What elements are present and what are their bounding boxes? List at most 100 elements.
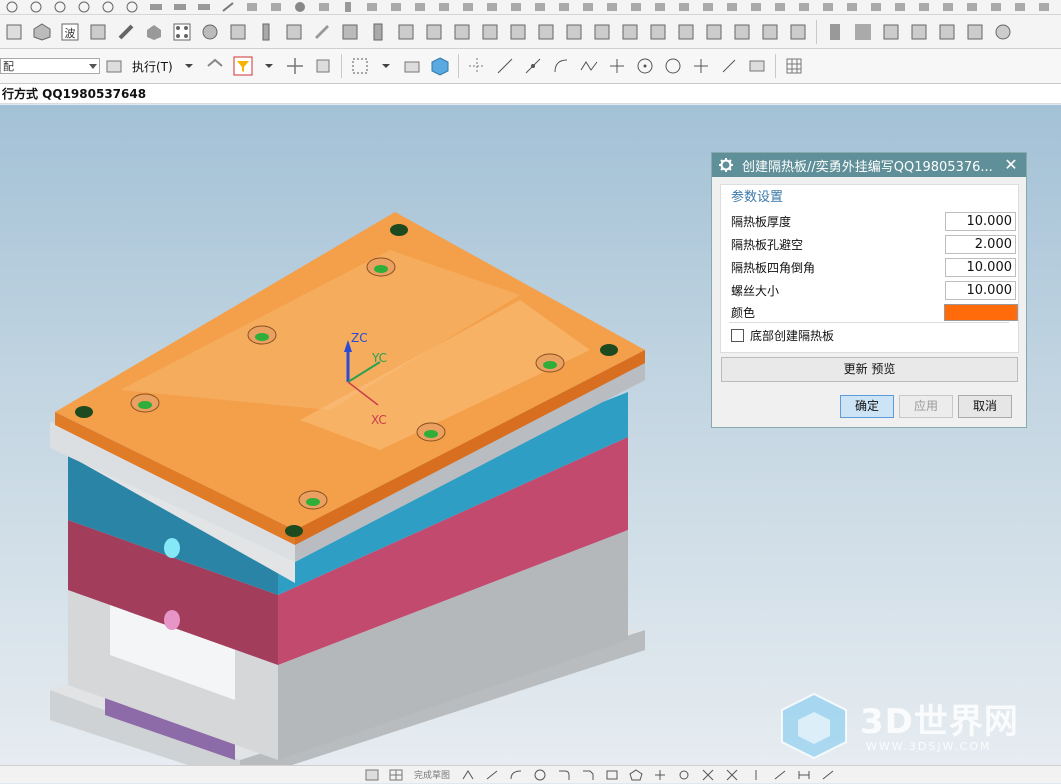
surface-icon[interactable] xyxy=(747,56,767,76)
tolerance-icon[interactable] xyxy=(173,1,187,13)
mold-tool-icon[interactable] xyxy=(452,22,472,42)
apply-button[interactable]: 应用 xyxy=(899,395,953,418)
corner-chamfer-input[interactable]: 10.000 xyxy=(945,257,1016,277)
chevron-down-icon[interactable] xyxy=(182,60,196,72)
trim-icon[interactable] xyxy=(701,769,715,781)
mold-tool-icon[interactable] xyxy=(32,22,52,42)
line-icon[interactable] xyxy=(821,769,835,781)
mold-tool-icon[interactable] xyxy=(564,22,584,42)
mold-tool-icon[interactable] xyxy=(172,22,192,42)
tool-icon[interactable] xyxy=(653,1,667,13)
transform-icon[interactable] xyxy=(313,56,333,76)
mold-tool-icon[interactable] xyxy=(200,22,220,42)
assembly-icon[interactable] xyxy=(104,56,124,76)
tool-icon[interactable] xyxy=(629,1,643,13)
ok-button[interactable]: 确定 xyxy=(840,395,894,418)
tool-icon[interactable] xyxy=(917,1,931,13)
perpendicular-icon[interactable] xyxy=(607,56,627,76)
tool-icon[interactable] xyxy=(965,1,979,13)
grid-icon[interactable] xyxy=(784,56,804,76)
mold-tool-icon[interactable] xyxy=(825,22,845,42)
tool-icon[interactable] xyxy=(845,1,859,13)
tool-icon[interactable] xyxy=(749,1,763,13)
mold-tool-icon[interactable] xyxy=(88,22,108,42)
mold-tool-icon[interactable] xyxy=(909,22,929,42)
r-circle-icon[interactable] xyxy=(53,1,67,13)
arc-icon[interactable] xyxy=(509,769,523,781)
tool-icon[interactable] xyxy=(869,1,883,13)
mold-tool-icon[interactable] xyxy=(592,22,612,42)
tolerance-icon[interactable] xyxy=(149,1,163,13)
filter-combo[interactable]: 配 xyxy=(0,58,100,74)
bottom-plate-checkbox-row[interactable]: 底部创建隔热板 xyxy=(731,327,834,344)
tolerance-icon[interactable] xyxy=(197,1,211,13)
tool-icon[interactable] xyxy=(365,1,379,13)
tool-icon[interactable] xyxy=(989,1,1003,13)
sketch-icon[interactable] xyxy=(365,769,379,781)
profile-icon[interactable] xyxy=(461,769,475,781)
tool-icon[interactable] xyxy=(245,1,259,13)
line-icon[interactable] xyxy=(719,56,739,76)
mold-tool-icon[interactable] xyxy=(704,22,724,42)
tool-icon[interactable] xyxy=(893,1,907,13)
line-icon[interactable] xyxy=(495,56,515,76)
grid-icon[interactable] xyxy=(389,769,403,781)
mold-tool-icon[interactable] xyxy=(965,22,985,42)
close-icon[interactable]: ✕ xyxy=(1002,156,1020,174)
mold-tool-icon[interactable] xyxy=(676,22,696,42)
fillet-icon[interactable] xyxy=(557,769,571,781)
tool-icon[interactable] xyxy=(485,1,499,13)
mold-tool-icon[interactable] xyxy=(368,22,388,42)
mold-tool-icon[interactable] xyxy=(993,22,1013,42)
tool-icon[interactable] xyxy=(1037,1,1051,13)
dialog-titlebar[interactable]: 创建隔热板//奕勇外挂编写QQ19805376... ✕ xyxy=(712,153,1026,177)
trim-icon[interactable] xyxy=(725,769,739,781)
mold-tool-icon[interactable]: 波 xyxy=(60,22,80,42)
mold-tool-icon[interactable] xyxy=(256,22,276,42)
tool-icon[interactable] xyxy=(941,1,955,13)
mold-tool-icon[interactable] xyxy=(536,22,556,42)
dimension-icon[interactable] xyxy=(797,769,811,781)
mold-tool-icon[interactable] xyxy=(480,22,500,42)
mirror-icon[interactable] xyxy=(749,769,763,781)
snap-icon[interactable] xyxy=(205,56,225,76)
tool-icon[interactable] xyxy=(725,1,739,13)
cube-icon[interactable] xyxy=(430,56,450,76)
mold-tool-icon[interactable] xyxy=(144,22,164,42)
bottom-plate-checkbox-label[interactable]: 底部创建隔热板 xyxy=(750,327,834,344)
hole-clearance-input[interactable]: 2.000 xyxy=(945,234,1016,254)
tool-icon[interactable] xyxy=(581,1,595,13)
snap-point-icon[interactable] xyxy=(467,56,487,76)
mold-tool-icon[interactable] xyxy=(853,22,873,42)
mold-tool-icon[interactable] xyxy=(937,22,957,42)
line-icon[interactable] xyxy=(523,56,543,76)
mold-tool-icon[interactable] xyxy=(284,22,304,42)
tool-icon[interactable] xyxy=(389,1,403,13)
mold-tool-icon[interactable] xyxy=(340,22,360,42)
plus-icon[interactable] xyxy=(653,769,667,781)
polygon-icon[interactable] xyxy=(629,768,643,781)
tool-icon[interactable] xyxy=(533,1,547,13)
group-title[interactable]: 参数设置 xyxy=(731,186,783,205)
execute-menu[interactable]: 执行(T) xyxy=(132,58,173,75)
mold-tool-icon[interactable] xyxy=(760,22,780,42)
finish-sketch-label[interactable]: 完成草图 xyxy=(414,768,450,781)
view-icon[interactable] xyxy=(402,56,422,76)
select-box-icon[interactable] xyxy=(350,56,370,76)
mold-tool-icon[interactable] xyxy=(788,22,808,42)
plus-icon[interactable] xyxy=(691,56,711,76)
circle-icon[interactable] xyxy=(533,769,547,781)
mold-tool-icon[interactable] xyxy=(732,22,752,42)
circle-center-icon[interactable] xyxy=(635,56,655,76)
tool-icon[interactable] xyxy=(317,1,331,13)
mold-tool-icon[interactable] xyxy=(116,22,136,42)
tool-icon[interactable] xyxy=(605,1,619,13)
tool-icon[interactable] xyxy=(293,1,307,13)
tool-icon[interactable] xyxy=(509,1,523,13)
filter-icon[interactable] xyxy=(233,56,253,76)
cancel-button[interactable]: 取消 xyxy=(958,395,1012,418)
chevron-down-icon[interactable] xyxy=(379,60,393,72)
move-icon[interactable] xyxy=(285,56,305,76)
mold-tool-icon[interactable] xyxy=(4,22,24,42)
tool-icon[interactable] xyxy=(773,1,787,13)
